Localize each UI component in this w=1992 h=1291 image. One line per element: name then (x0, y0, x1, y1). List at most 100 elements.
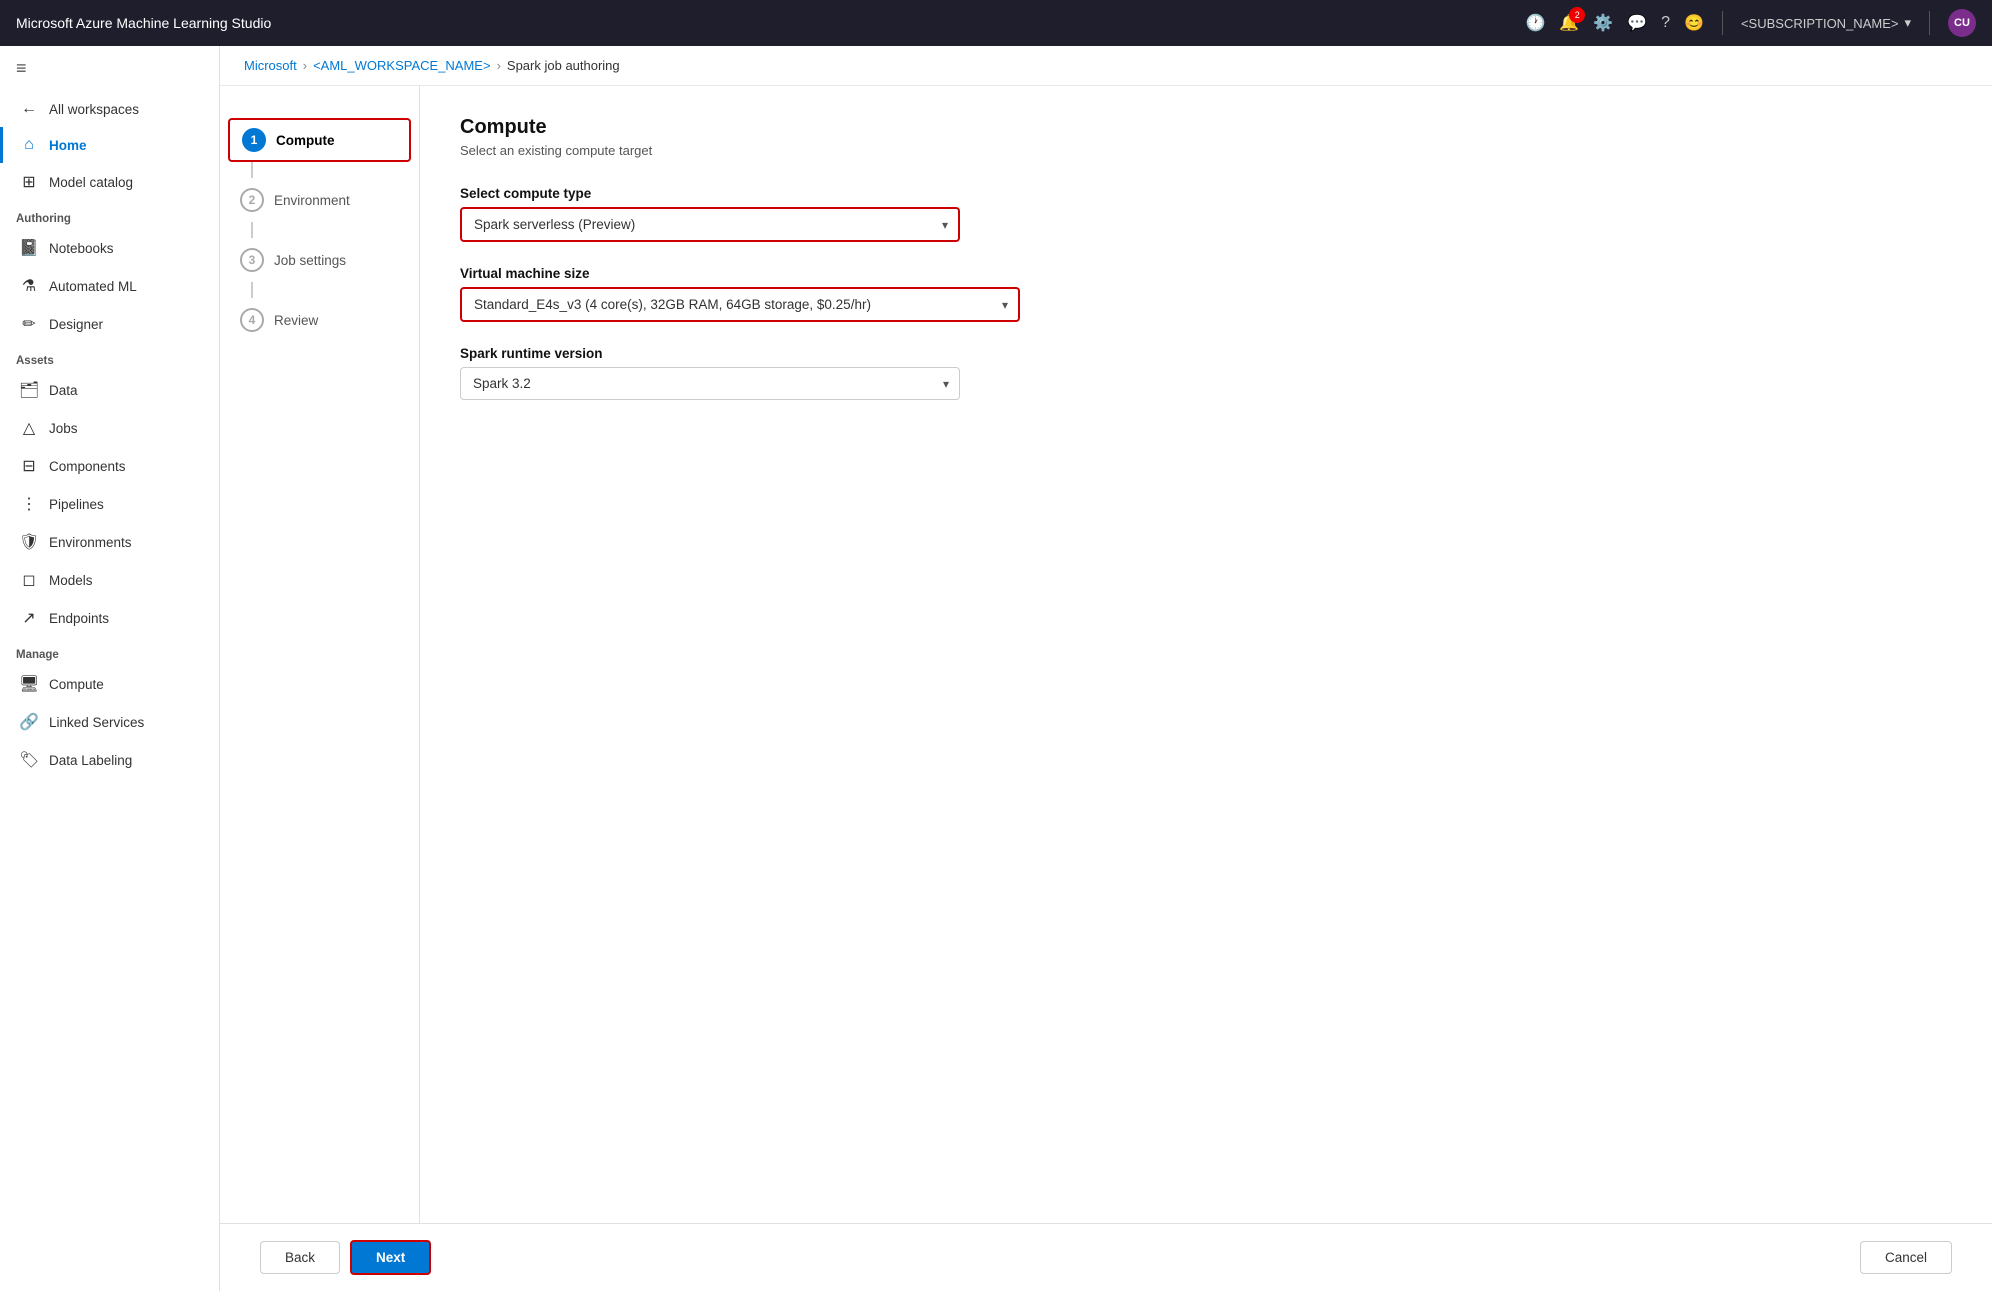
spark-version-field: Spark runtime version Spark 3.2 ▾ (460, 346, 1952, 400)
compute-type-label: Select compute type (460, 186, 1952, 201)
sidebar-environments-label: Environments (49, 535, 132, 550)
sidebar-data-labeling-label: Data Labeling (49, 753, 132, 768)
back-icon: ← (19, 100, 39, 118)
avatar[interactable]: CU (1948, 9, 1976, 37)
sidebar-item-pipelines[interactable]: ⋮ Pipelines (0, 485, 219, 523)
sidebar-item-components[interactable]: ⊟ Components (0, 447, 219, 485)
breadcrumb-sep1: › (303, 58, 307, 73)
sidebar-data-label: Data (49, 383, 78, 398)
breadcrumb: Microsoft › <AML_WORKSPACE_NAME> › Spark… (220, 46, 1992, 86)
wizard-step-3-circle: 3 (240, 248, 264, 272)
authoring-section-label: Authoring (0, 201, 219, 229)
wizard-step-2-circle: 2 (240, 188, 264, 212)
wizard-step-1[interactable]: 1 Compute (228, 118, 411, 162)
sidebar-linked-services-label: Linked Services (49, 715, 144, 730)
sidebar-notebooks-label: Notebooks (49, 241, 114, 256)
notebooks-icon: 📓 (19, 238, 39, 258)
breadcrumb-current: Spark job authoring (507, 58, 620, 73)
sidebar-jobs-label: Jobs (49, 421, 78, 436)
home-icon: ⌂ (19, 136, 39, 154)
spark-version-label: Spark runtime version (460, 346, 1952, 361)
subscription-selector[interactable]: <SUBSCRIPTION_NAME> ▾ (1741, 15, 1911, 31)
wizard-step-2-label: Environment (274, 193, 350, 208)
subscription-chevron: ▾ (1904, 15, 1911, 31)
components-icon: ⊟ (19, 456, 39, 476)
help-icon[interactable]: ? (1661, 14, 1670, 32)
sidebar: ≡ ← All workspaces ⌂ Home ⊞ Model catalo… (0, 46, 220, 1291)
sidebar-item-endpoints[interactable]: ↗ Endpoints (0, 599, 219, 637)
action-bar: Back Next Cancel (220, 1223, 1992, 1291)
sidebar-components-label: Components (49, 459, 126, 474)
topbar-divider (1722, 11, 1723, 35)
sidebar-item-jobs[interactable]: △ Jobs (0, 409, 219, 447)
model-catalog-icon: ⊞ (19, 172, 39, 192)
data-icon: 🗂 (19, 380, 39, 400)
app-title: Microsoft Azure Machine Learning Studio (16, 15, 1513, 31)
main-layout: ≡ ← All workspaces ⌂ Home ⊞ Model catalo… (0, 46, 1992, 1291)
sidebar-compute-label: Compute (49, 677, 104, 692)
compute-type-select-wrapper: Spark serverless (Preview) ▾ (460, 207, 960, 242)
sidebar-designer-label: Designer (49, 317, 103, 332)
sidebar-automated-ml-label: Automated ML (49, 279, 137, 294)
wizard-step-1-circle: 1 (242, 128, 266, 152)
jobs-icon: △ (19, 418, 39, 438)
topbar: Microsoft Azure Machine Learning Studio … (0, 0, 1992, 46)
back-button[interactable]: Back (260, 1241, 340, 1274)
breadcrumb-workspace[interactable]: <AML_WORKSPACE_NAME> (313, 58, 490, 73)
wizard-steps: 1 Compute 2 Environment 3 Job settings 4… (220, 86, 420, 1223)
history-icon[interactable]: 🕐 (1525, 13, 1545, 33)
environments-icon: 🛡 (19, 532, 39, 552)
breadcrumb-sep2: › (497, 58, 501, 73)
manage-section-label: Manage (0, 637, 219, 665)
sidebar-item-data-labeling[interactable]: 🏷 Data Labeling (0, 741, 219, 779)
feedback-icon[interactable]: 💬 (1627, 13, 1647, 33)
notifications-icon[interactable]: 🔔 2 (1559, 13, 1579, 33)
sidebar-back-label: All workspaces (49, 102, 139, 117)
data-labeling-icon: 🏷 (19, 750, 39, 770)
hamburger-menu[interactable]: ≡ (0, 46, 219, 91)
wizard-step-2[interactable]: 2 Environment (220, 178, 419, 222)
sidebar-endpoints-label: Endpoints (49, 611, 109, 626)
sidebar-back[interactable]: ← All workspaces (0, 91, 219, 127)
form-subtitle: Select an existing compute target (460, 143, 1952, 158)
form-title: Compute (460, 116, 1952, 139)
form-panel: Compute Select an existing compute targe… (420, 86, 1992, 1223)
next-button[interactable]: Next (350, 1240, 431, 1275)
sidebar-item-model-catalog[interactable]: ⊞ Model catalog (0, 163, 219, 201)
sidebar-item-environments[interactable]: 🛡 Environments (0, 523, 219, 561)
user-icon[interactable]: 😊 (1684, 13, 1704, 33)
sidebar-pipelines-label: Pipelines (49, 497, 104, 512)
compute-sidebar-icon: 🖥 (19, 674, 39, 694)
pipelines-icon: ⋮ (19, 494, 39, 514)
wizard-step-3-label: Job settings (274, 253, 346, 268)
sidebar-item-compute[interactable]: 🖥 Compute (0, 665, 219, 703)
wizard-connector-3 (251, 282, 253, 298)
subscription-name: <SUBSCRIPTION_NAME> (1741, 16, 1899, 31)
sidebar-item-linked-services[interactable]: 🔗 Linked Services (0, 703, 219, 741)
assets-section-label: Assets (0, 343, 219, 371)
topbar-icons: 🕐 🔔 2 ⚙️ 💬 ? 😊 <SUBSCRIPTION_NAME> ▾ CU (1525, 9, 1976, 37)
settings-icon[interactable]: ⚙️ (1593, 13, 1613, 33)
sidebar-item-home[interactable]: ⌂ Home (0, 127, 219, 163)
vm-size-label: Virtual machine size (460, 266, 1952, 281)
sidebar-item-designer[interactable]: ✏ Designer (0, 305, 219, 343)
sidebar-item-notebooks[interactable]: 📓 Notebooks (0, 229, 219, 267)
wizard-step-4-circle: 4 (240, 308, 264, 332)
wizard-step-4[interactable]: 4 Review (220, 298, 419, 342)
wizard-step-4-label: Review (274, 313, 318, 328)
spark-version-select[interactable]: Spark 3.2 (461, 368, 959, 399)
compute-type-select[interactable]: Spark serverless (Preview) (462, 209, 958, 240)
linked-services-icon: 🔗 (19, 712, 39, 732)
sidebar-item-models[interactable]: ◻ Models (0, 561, 219, 599)
breadcrumb-microsoft[interactable]: Microsoft (244, 58, 297, 73)
wizard-connector-1 (251, 162, 253, 178)
wizard-step-1-label: Compute (276, 133, 335, 148)
wizard-step-3[interactable]: 3 Job settings (220, 238, 419, 282)
wizard-layout: 1 Compute 2 Environment 3 Job settings 4… (220, 86, 1992, 1223)
cancel-button[interactable]: Cancel (1860, 1241, 1952, 1274)
sidebar-item-automated-ml[interactable]: ⚗ Automated ML (0, 267, 219, 305)
vm-size-field: Virtual machine size Standard_E4s_v3 (4 … (460, 266, 1952, 322)
sidebar-item-data[interactable]: 🗂 Data (0, 371, 219, 409)
sidebar-models-label: Models (49, 573, 93, 588)
vm-size-select[interactable]: Standard_E4s_v3 (4 core(s), 32GB RAM, 64… (462, 289, 1018, 320)
